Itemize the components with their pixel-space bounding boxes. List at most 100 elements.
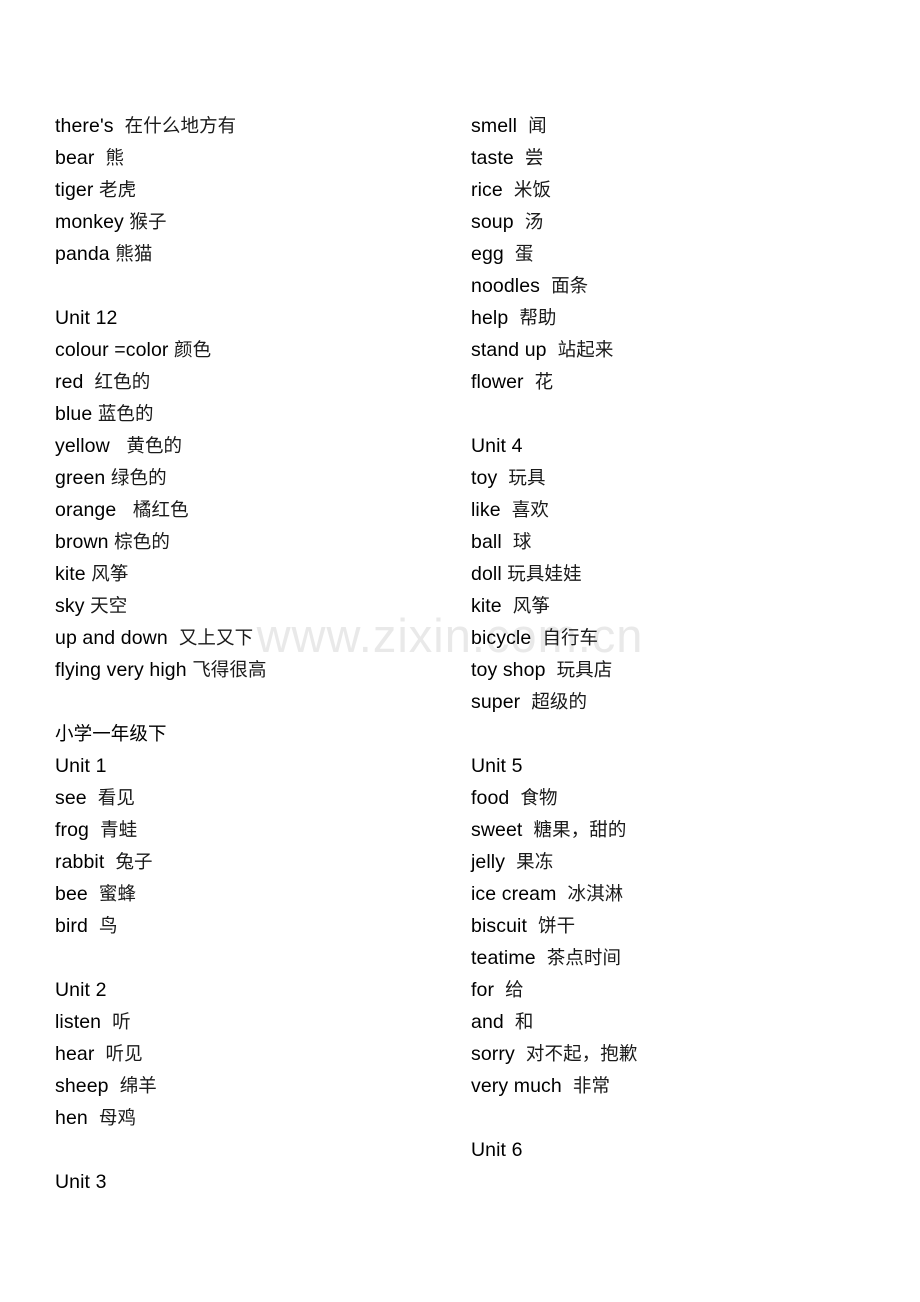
vocabulary-term: rice [471, 179, 503, 201]
vocabulary-gloss: 青蛙 [100, 820, 138, 841]
vocabulary-term: doll [471, 563, 502, 585]
vocabulary-term: green [55, 467, 106, 489]
vocabulary-term: bear [55, 147, 95, 169]
vocabulary-term: see [55, 787, 87, 809]
vocabulary-term: stand up [471, 339, 547, 361]
vocabulary-gloss: 对不起，抱歉 [525, 1044, 638, 1065]
vocabulary-entry: colour =color 颜色 [55, 334, 455, 366]
term-gloss-spacer [110, 430, 127, 462]
vocabulary-gloss: 绿色的 [110, 468, 167, 489]
term-gloss-spacer [94, 1038, 105, 1070]
vocabulary-gloss: 红色的 [94, 372, 151, 393]
term-gloss-spacer [508, 302, 519, 334]
unit-heading-label: Unit 3 [55, 1171, 107, 1193]
term-gloss-spacer [547, 334, 558, 366]
vocabulary-term: like [471, 499, 501, 521]
vocabulary-column-right: smell 闻 taste 尝 rice 米饭 soup 汤 egg 蛋 noodles … [471, 110, 871, 1166]
vocabulary-column-left: there's 在什么地方有 bear 熊 tiger 老虎 monkey 猴子 pan… [55, 110, 455, 1198]
vocabulary-entry: doll 玩具娃娃 [471, 558, 871, 590]
vocabulary-entry: soup 汤 [471, 206, 871, 238]
term-gloss-spacer [546, 654, 557, 686]
term-gloss-spacer [88, 1102, 99, 1134]
vocabulary-gloss: 和 [514, 1012, 534, 1033]
vocabulary-entry: sorry 对不起，抱歉 [471, 1038, 871, 1070]
term-gloss-spacer [116, 494, 133, 526]
vocabulary-gloss: 玩具 [508, 468, 546, 489]
unit-heading-label: 小学一年级下 [55, 724, 167, 745]
vocabulary-gloss: 蛋 [514, 244, 534, 265]
vocabulary-entry: flying very high 飞得很高 [55, 654, 455, 686]
vocabulary-term: sorry [471, 1043, 515, 1065]
vocabulary-gloss: 球 [512, 532, 532, 553]
term-gloss-spacer [524, 366, 535, 398]
unit-heading: Unit 4 [471, 430, 871, 462]
term-gloss-spacer [504, 238, 515, 270]
vocabulary-term: monkey [55, 211, 124, 233]
vocabulary-entry: toy 玩具 [471, 462, 871, 494]
vocabulary-gloss: 茶点时间 [546, 948, 622, 969]
vocabulary-term: very much [471, 1075, 562, 1097]
term-gloss-spacer [520, 686, 531, 718]
vocabulary-term: egg [471, 243, 504, 265]
vocabulary-entry: sweet 糖果，甜的 [471, 814, 871, 846]
vocabulary-gloss: 果冻 [516, 852, 554, 873]
vocabulary-term: colour =color [55, 339, 169, 361]
term-gloss-spacer [514, 206, 525, 238]
vocabulary-term: teatime [471, 947, 536, 969]
vocabulary-term: toy [471, 467, 498, 489]
term-gloss-spacer [497, 462, 508, 494]
vocabulary-gloss: 自行车 [542, 628, 599, 649]
term-gloss-spacer [501, 494, 512, 526]
vocabulary-term: sky [55, 595, 85, 617]
vocabulary-entry: there's 在什么地方有 [55, 110, 455, 142]
vocabulary-gloss: 兔子 [115, 852, 153, 873]
vocabulary-entry: and 和 [471, 1006, 871, 1038]
vocabulary-gloss: 在什么地方有 [124, 116, 237, 137]
vocabulary-term: there's [55, 115, 114, 137]
term-gloss-spacer [527, 910, 538, 942]
vocabulary-term: flower [471, 371, 524, 393]
vocabulary-gloss: 面条 [551, 276, 589, 297]
vocabulary-entry: for 给 [471, 974, 871, 1006]
vocabulary-gloss: 黄色的 [126, 436, 183, 457]
term-gloss-spacer [502, 590, 513, 622]
vocabulary-entry: frog 青蛙 [55, 814, 455, 846]
vocabulary-entry: rabbit 兔子 [55, 846, 455, 878]
vocabulary-entry: bear 熊 [55, 142, 455, 174]
vocabulary-entry: stand up 站起来 [471, 334, 871, 366]
unit-heading-label: Unit 6 [471, 1139, 523, 1161]
vocabulary-entry: food 食物 [471, 782, 871, 814]
vocabulary-term: help [471, 307, 509, 329]
document-page: there's 在什么地方有 bear 熊 tiger 老虎 monkey 猴子 pan… [0, 0, 920, 1302]
vocabulary-term: bicycle [471, 627, 532, 649]
unit-heading: Unit 1 [55, 750, 455, 782]
vocabulary-term: hear [55, 1043, 95, 1065]
vocabulary-gloss: 风筝 [512, 596, 550, 617]
vocabulary-gloss: 鸟 [98, 916, 118, 937]
vocabulary-entry: yellow 黄色的 [55, 430, 455, 462]
term-gloss-spacer [83, 366, 94, 398]
vocabulary-gloss: 颜色 [174, 340, 212, 361]
term-gloss-spacer [88, 878, 99, 910]
vocabulary-entry: red 红色的 [55, 366, 455, 398]
vocabulary-entry: green 绿色的 [55, 462, 455, 494]
vocabulary-gloss: 听 [112, 1012, 131, 1033]
term-gloss-spacer [515, 1038, 526, 1070]
term-gloss-spacer [505, 846, 516, 878]
term-gloss-spacer [104, 846, 115, 878]
vocabulary-term: frog [55, 819, 90, 841]
vocabulary-term: biscuit [471, 915, 527, 937]
vocabulary-term: soup [471, 211, 514, 233]
vocabulary-term: smell [471, 115, 518, 137]
vocabulary-entry: sky 天空 [55, 590, 455, 622]
term-gloss-spacer [514, 142, 525, 174]
vocabulary-gloss: 熊猫 [115, 244, 153, 265]
vocabulary-term: toy shop [471, 659, 546, 681]
vocabulary-entry: biscuit 饼干 [471, 910, 871, 942]
vocabulary-term: kite [55, 563, 86, 585]
